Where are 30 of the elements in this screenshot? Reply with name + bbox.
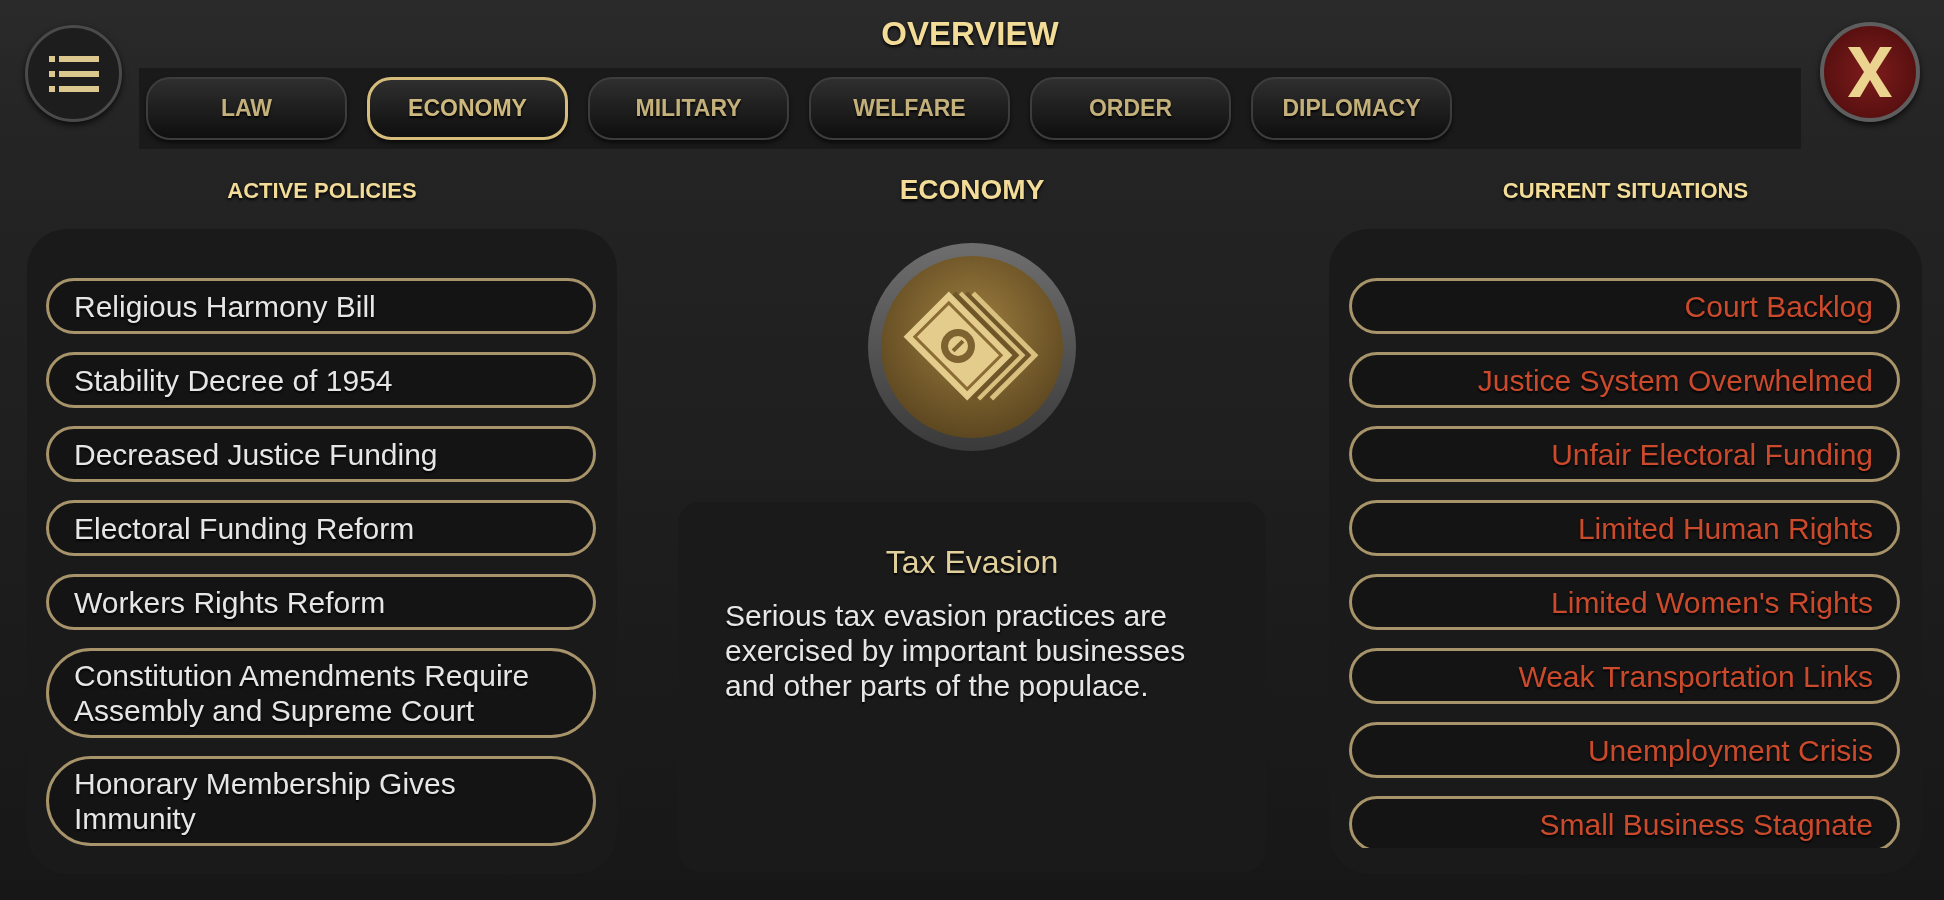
tab[interactable]: DIPLOMACY (1251, 77, 1452, 140)
situation-item[interactable]: Unfair Electoral Funding (1349, 426, 1900, 482)
menu-icon (48, 54, 99, 93)
situation-item[interactable]: Limited Women's Rights (1349, 574, 1900, 630)
policy-item[interactable]: Honorary Membership Gives Immunity (46, 756, 596, 846)
screen-title: OVERVIEW (881, 14, 1059, 54)
tab[interactable]: LAW (146, 77, 347, 140)
section-heading: CURRENT SITUATIONS (1502, 176, 1749, 205)
policy-item[interactable]: Constitution Amendments Require Assembly and Supreme Court (46, 648, 596, 738)
close-icon (1848, 47, 1892, 97)
situation-item[interactable]: Justice System Overwhelmed (1349, 352, 1900, 408)
situation-item[interactable]: Unemployment Crisis (1349, 722, 1900, 778)
situation-item[interactable]: Weak Transportation Links (1349, 648, 1900, 704)
policy-item[interactable]: Stability Decree of 1954 (46, 352, 596, 408)
tab[interactable]: WELFARE (809, 77, 1010, 140)
tab[interactable]: ECONOMY (367, 77, 568, 140)
policy-item[interactable]: Decreased Justice Funding (46, 426, 596, 482)
policy-item[interactable]: Workers Rights Reform (46, 574, 596, 630)
situation-description: Serious tax evasion practices are exercised by important businesses and other parts of the populace. (725, 598, 1187, 703)
situation-item[interactable]: Limited Human Rights (1349, 500, 1900, 556)
situation-item[interactable]: Small Business Stagnate (1349, 796, 1900, 848)
policy-item[interactable]: Religious Harmony Bill (46, 278, 596, 334)
situation-item[interactable]: Court Backlog (1349, 278, 1900, 334)
category-heading: ECONOMY (899, 173, 1045, 207)
section-heading: ACTIVE POLICIES (227, 176, 417, 205)
banknotes-icon (867, 242, 1077, 452)
policy-item[interactable]: Electoral Funding Reform (46, 500, 596, 556)
tab[interactable]: MILITARY (588, 77, 789, 140)
tab[interactable]: ORDER (1030, 77, 1231, 140)
situation-title: Tax Evasion (885, 543, 1059, 582)
